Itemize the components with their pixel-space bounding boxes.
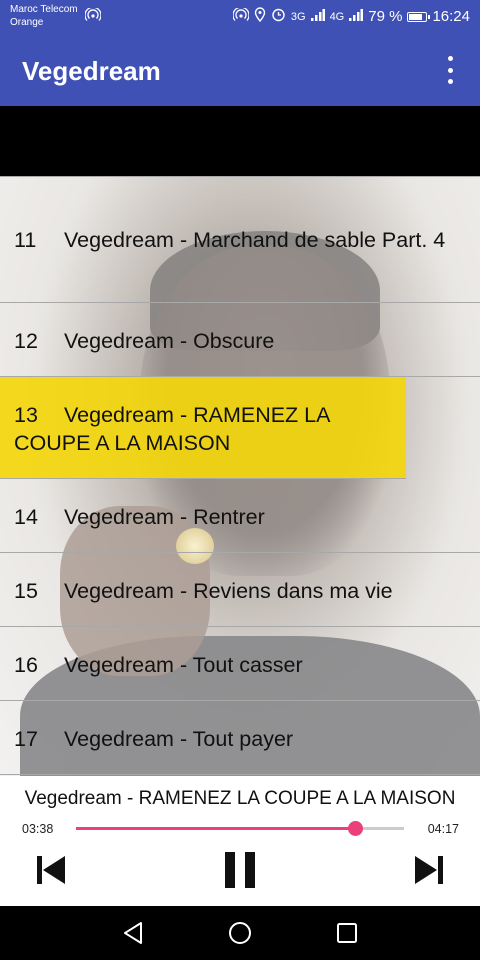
hotspot-icon bbox=[84, 6, 102, 25]
app-title: Vegedream bbox=[22, 56, 161, 86]
track-number: 15 bbox=[14, 579, 38, 603]
home-icon[interactable] bbox=[226, 919, 254, 947]
track-row[interactable]: 11 Vegedream - Marchand de sable Part. 4 bbox=[0, 202, 480, 303]
clock: 16:24 bbox=[432, 8, 470, 25]
carrier-name-1: Maroc Telecom bbox=[10, 4, 78, 15]
location-icon bbox=[254, 7, 266, 26]
track-row-selected[interactable]: 13 Vegedream - RAMENEZ LA COUPE A LA MAIS… bbox=[0, 377, 406, 479]
list-divider bbox=[0, 176, 480, 202]
current-time: 03:38 bbox=[22, 822, 54, 836]
network-3g-label: 3G bbox=[290, 10, 306, 23]
track-row[interactable]: 15 Vegedream - Reviens dans ma vie bbox=[0, 553, 480, 627]
pause-icon[interactable] bbox=[222, 852, 258, 888]
status-bar: Maroc Telecom Orange 3G 4G 79 % 16:24 bbox=[0, 0, 480, 32]
signal-icon bbox=[310, 8, 325, 25]
skip-previous-icon[interactable] bbox=[34, 852, 68, 888]
carrier-name-2: Orange bbox=[10, 17, 44, 28]
track-number: 17 bbox=[14, 727, 38, 751]
battery-percent: 79 % bbox=[368, 8, 403, 25]
alarm-icon bbox=[271, 7, 286, 26]
now-playing-title: Vegedream - RAMENEZ LA COUPE A LA MAISON bbox=[24, 788, 456, 809]
track-list[interactable]: 11 Vegedream - Marchand de sable Part. 4 … bbox=[0, 176, 480, 776]
seek-thumb[interactable] bbox=[347, 821, 363, 836]
track-row[interactable]: 12 Vegedream - Obscure bbox=[0, 303, 480, 377]
track-row[interactable]: 14 Vegedream - Rentrer bbox=[0, 479, 480, 553]
network-4g-label: 4G bbox=[329, 10, 345, 23]
system-nav-bar bbox=[0, 906, 480, 960]
track-number: 16 bbox=[14, 653, 38, 677]
track-number: 11 bbox=[14, 228, 37, 252]
signal-icon bbox=[349, 8, 364, 25]
seek-progress bbox=[76, 827, 355, 830]
back-icon[interactable] bbox=[119, 919, 147, 947]
track-title: Vegedream - Rentrer bbox=[64, 505, 265, 529]
hotspot-icon bbox=[232, 6, 250, 26]
banner-area bbox=[0, 106, 480, 176]
track-number: 12 bbox=[14, 329, 38, 353]
track-title: Vegedream - Reviens dans ma vie bbox=[64, 579, 393, 603]
player-panel: Vegedream - RAMENEZ LA COUPE A LA MAISON… bbox=[0, 776, 480, 906]
track-number: 14 bbox=[14, 505, 38, 529]
track-row[interactable]: 17 Vegedream - Tout payer bbox=[0, 701, 480, 775]
track-title: Vegedream - Tout payer bbox=[64, 727, 294, 751]
skip-next-icon[interactable] bbox=[412, 852, 446, 888]
recents-icon[interactable] bbox=[333, 919, 361, 947]
status-icons: 3G 4G 79 % 16:24 bbox=[232, 6, 470, 26]
track-number: 13 bbox=[14, 403, 38, 427]
seek-bar[interactable] bbox=[76, 821, 404, 836]
total-time: 04:17 bbox=[427, 822, 459, 836]
track-rows: 11 Vegedream - Marchand de sable Part. 4 … bbox=[0, 176, 480, 775]
track-title: Vegedream - Obscure bbox=[64, 329, 275, 353]
track-title: Vegedream - Marchand de sable Part. 4 bbox=[64, 228, 446, 252]
track-title: Vegedream - Tout casser bbox=[64, 653, 303, 677]
carrier-info: Maroc Telecom Orange bbox=[10, 3, 78, 29]
overflow-menu-icon[interactable] bbox=[440, 56, 460, 84]
track-row[interactable]: 16 Vegedream - Tout casser bbox=[0, 627, 480, 701]
battery-icon bbox=[407, 11, 431, 22]
app-bar: Vegedream bbox=[0, 32, 480, 106]
